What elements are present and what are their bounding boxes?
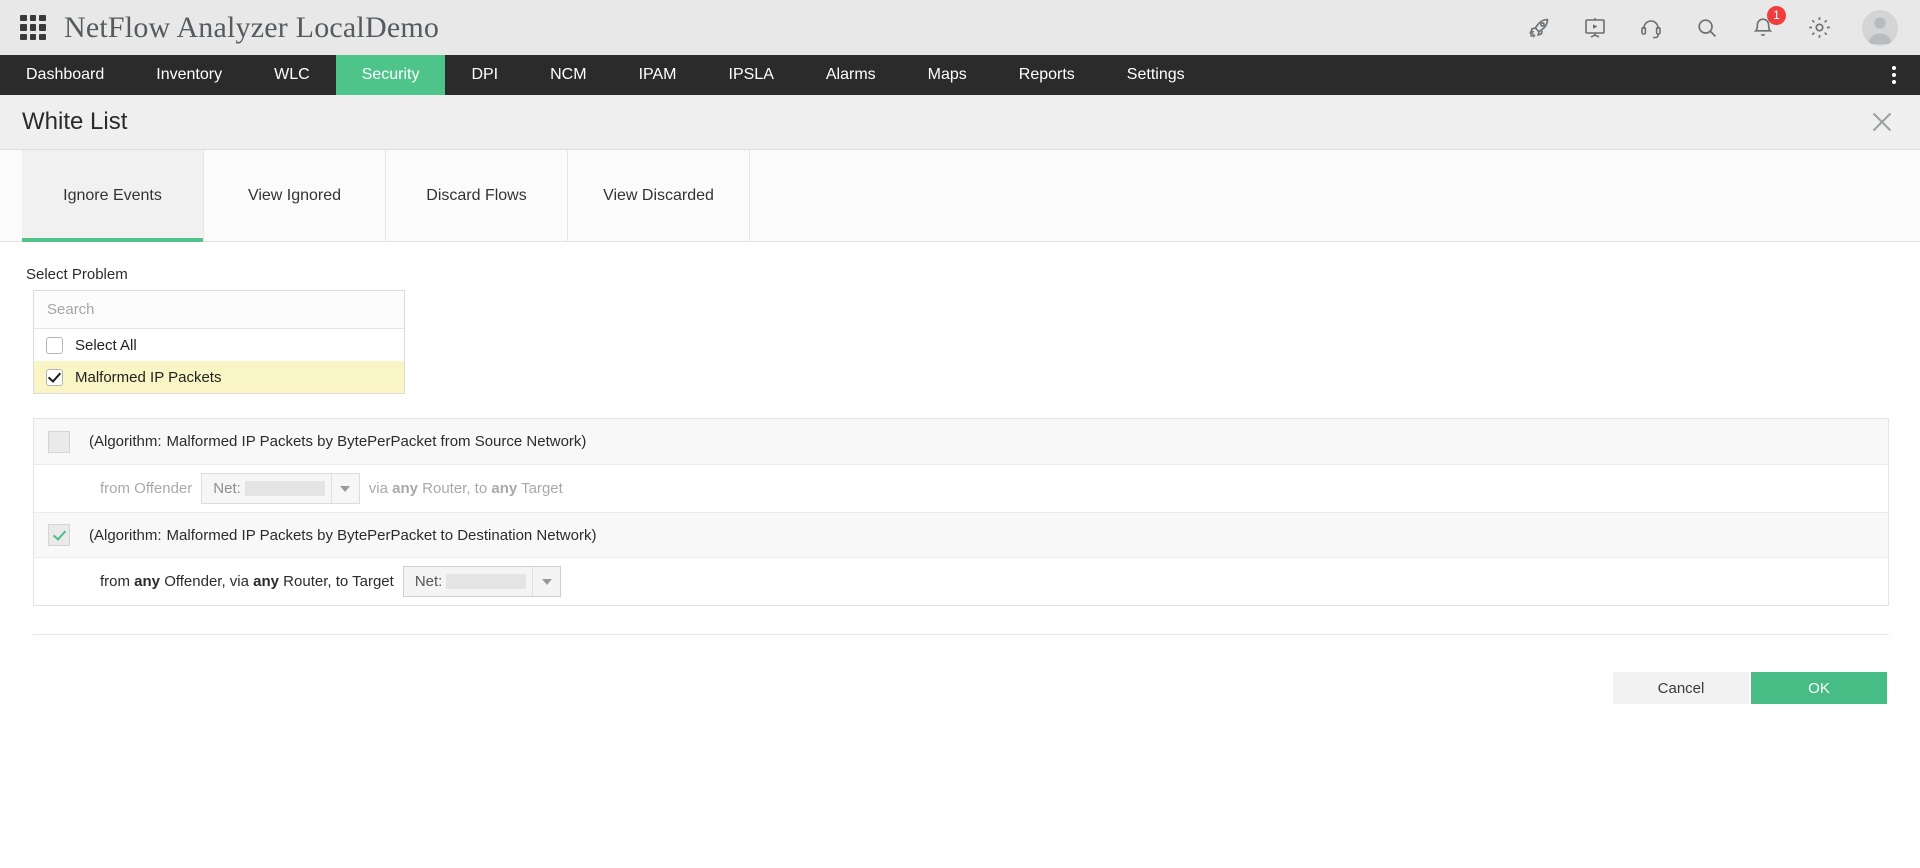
dropdown-field[interactable]: Net: — [202, 474, 331, 503]
condition-suffix-bold-2: any — [491, 480, 518, 497]
gear-icon[interactable] — [1806, 15, 1832, 41]
grid-dot — [29, 24, 37, 31]
apps-grid-icon[interactable] — [20, 14, 46, 41]
headset-icon[interactable] — [1638, 15, 1664, 41]
option-select-all[interactable]: Select All — [34, 329, 404, 361]
notification-badge: 1 — [1767, 5, 1786, 25]
algorithm-row-destination-network[interactable]: (Algorithm: Malformed IP Packets by ByteP… — [34, 512, 1888, 558]
select-problem-label: Select Problem — [26, 266, 128, 283]
main-content: Select Problem Select All Malformed IP P… — [0, 242, 1920, 704]
algorithm-row-source-network[interactable]: (Algorithm: Malformed IP Packets by ByteP… — [34, 419, 1888, 465]
kebab-dot — [1892, 66, 1896, 70]
avatar[interactable] — [1862, 9, 1898, 46]
kebab-dot — [1892, 73, 1896, 77]
kebab-dot — [1892, 80, 1896, 84]
nav-item-ncm[interactable]: NCM — [524, 55, 612, 95]
tab-view-ignored[interactable]: View Ignored — [204, 150, 386, 241]
option-label: Select All — [75, 336, 137, 354]
nav-item-dashboard[interactable]: Dashboard — [0, 55, 130, 95]
tab-view-discarded[interactable]: View Discarded — [568, 150, 750, 241]
cancel-button[interactable]: Cancel — [1613, 672, 1749, 704]
tab-ignore-events[interactable]: Ignore Events — [22, 150, 204, 242]
checkbox-algorithm-source-network[interactable] — [48, 430, 70, 453]
nav-item-settings[interactable]: Settings — [1101, 55, 1211, 95]
condition-suffix-bold-1: any — [392, 480, 418, 497]
tab-bar: Ignore Events View Ignored Discard Flows… — [0, 150, 1920, 242]
kebab-menu-icon[interactable] — [1880, 55, 1908, 95]
nav-item-ipam[interactable]: IPAM — [613, 55, 703, 95]
app-title: NetFlow Analyzer LocalDemo — [64, 10, 440, 44]
ok-button[interactable]: OK — [1751, 672, 1887, 704]
page-header: White List — [0, 95, 1920, 150]
footer-actions: Cancel OK — [0, 635, 1920, 704]
titlebar-icon-group: 1 — [1526, 5, 1898, 46]
nav-item-maps[interactable]: Maps — [902, 55, 993, 95]
grid-dot — [20, 24, 27, 31]
checkbox-malformed-ip-packets[interactable] — [46, 368, 63, 386]
algorithm-title: (Algorithm: Malformed IP Packets by ByteP… — [89, 433, 586, 450]
chevron-down-icon[interactable] — [330, 474, 359, 503]
grid-dot — [20, 33, 27, 41]
algorithm-panel: (Algorithm: Malformed IP Packets by ByteP… — [33, 418, 1889, 606]
grid-dot — [39, 33, 46, 41]
title-bar: NetFlow Analyzer LocalDemo 1 — [0, 0, 1920, 55]
page-title: White List — [22, 108, 128, 135]
condition-prefix: from Offender — [100, 480, 193, 497]
rocket-icon[interactable] — [1526, 15, 1552, 41]
nav-item-security[interactable]: Security — [335, 55, 446, 95]
algorithm-title-text: Malformed IP Packets by BytePerPacket fr… — [166, 433, 587, 450]
algorithm-title: (Algorithm: Malformed IP Packets by ByteP… — [89, 527, 596, 544]
main-navigation: Dashboard Inventory WLC Security DPI NCM… — [0, 55, 1920, 95]
grid-dot — [29, 33, 37, 41]
grid-dot — [20, 14, 27, 22]
nav-item-inventory[interactable]: Inventory — [130, 55, 248, 95]
tab-discard-flows[interactable]: Discard Flows — [386, 150, 568, 241]
bell-icon[interactable]: 1 — [1750, 5, 1786, 41]
condition-prefix-2: Offender, via — [160, 573, 254, 590]
dropdown-label: Net: — [213, 480, 241, 497]
nav-item-alarms[interactable]: Alarms — [800, 55, 902, 95]
nav-item-reports[interactable]: Reports — [993, 55, 1101, 95]
option-malformed-ip-packets[interactable]: Malformed IP Packets — [34, 361, 404, 393]
grid-dot — [29, 14, 37, 22]
nav-item-dpi[interactable]: DPI — [445, 55, 524, 95]
target-network-dropdown[interactable]: Net: — [402, 566, 562, 597]
algorithm-title-text: Malformed IP Packets by BytePerPacket to… — [166, 526, 597, 544]
search-input[interactable] — [34, 291, 404, 329]
option-label: Malformed IP Packets — [75, 368, 222, 386]
condition-suffix-3: Target — [517, 480, 563, 497]
search-icon[interactable] — [1694, 15, 1720, 41]
condition-prefix-bold-2: any — [253, 573, 280, 590]
chevron-down-icon[interactable] — [532, 567, 560, 596]
dropdown-value — [244, 481, 325, 496]
nav-item-ipsla[interactable]: IPSLA — [703, 55, 800, 95]
algorithm-title-lead: (Algorithm: — [89, 433, 162, 450]
condition-suffix-1: via — [368, 480, 393, 497]
condition-suffix-2: Router, to — [417, 480, 492, 497]
grid-dot — [39, 14, 46, 22]
checkbox-select-all[interactable] — [46, 336, 63, 354]
select-problem-list: Select All Malformed IP Packets — [33, 290, 405, 394]
algorithm-title-lead: (Algorithm: — [89, 526, 162, 544]
offender-network-dropdown[interactable]: Net: — [201, 473, 360, 504]
algorithm-condition-source-network: from Offender Net: via any Router, to an… — [34, 465, 1888, 512]
presentation-icon[interactable] — [1582, 15, 1608, 41]
condition-prefix-1: from — [100, 573, 135, 590]
close-icon[interactable] — [1868, 108, 1896, 136]
algorithm-condition-destination-network: from any Offender, via any Router, to Ta… — [34, 558, 1888, 605]
dropdown-field[interactable]: Net: — [404, 567, 533, 596]
nav-item-wlc[interactable]: WLC — [248, 55, 336, 95]
dropdown-value — [446, 574, 527, 589]
condition-prefix-bold-1: any — [134, 573, 161, 590]
grid-dot — [39, 24, 46, 31]
checkbox-algorithm-destination-network[interactable] — [48, 524, 70, 546]
condition-prefix-3: Router, to Target — [279, 573, 394, 590]
dropdown-label: Net: — [414, 573, 443, 590]
